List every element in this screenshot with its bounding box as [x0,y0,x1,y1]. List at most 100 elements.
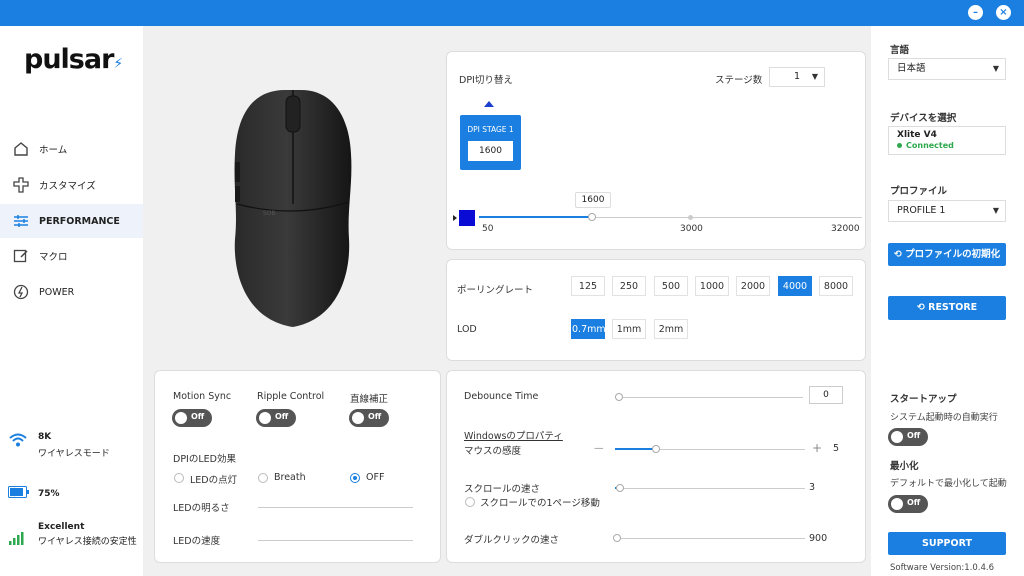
sidebar-item-customize[interactable]: カスタマイズ [0,168,143,202]
ripple-control-toggle[interactable]: Off [256,409,296,427]
sensitivity-label: マウスの感度 [464,446,522,457]
polling-option-4000[interactable]: 4000 [778,276,812,296]
lod-option-1mm[interactable]: 1mm [612,319,646,339]
signal-value: Excellent [38,522,85,532]
connected-dot-icon [897,143,902,148]
profile-select[interactable]: PROFILE 1 ▼ [888,200,1006,222]
dpi-color-swatch[interactable] [459,210,475,226]
dpi-max-label: 32000 [831,224,860,234]
led-option-on-radio[interactable] [174,473,184,483]
battery-value: 75% [38,488,60,499]
scroll-slider-track[interactable] [615,488,805,489]
polling-option-2000[interactable]: 2000 [736,276,770,296]
debounce-slider-thumb[interactable] [615,393,623,401]
sliders-icon [12,212,30,230]
dpi-panel: DPI切り替え ステージ数 1 ▼ DPI STAGE 1 1600 1600 5… [446,51,866,250]
polling-rate-value: 8K [38,432,52,442]
minimize-toggle[interactable]: Off [888,495,928,513]
double-click-slider-thumb[interactable] [613,534,621,542]
restore-icon: ⟲ [916,302,929,313]
polling-option-8000[interactable]: 8000 [819,276,853,296]
wireless-status: 8K ワイヤレスモード [8,432,110,459]
led-option-breath-radio[interactable] [258,473,268,483]
motion-sync-toggle[interactable]: Off [172,409,212,427]
device-select[interactable]: Xlite V4 Connected [888,126,1006,155]
reset-icon: ⟲ [893,249,906,260]
stage-count-label: ステージ数 [715,75,763,86]
debounce-input[interactable]: 0 [809,386,843,404]
scroll-page-radio[interactable] [465,497,475,507]
dpi-slider-fill [479,216,591,218]
ripple-control-label: Ripple Control [257,391,325,402]
startup-label: スタートアップ [890,394,957,405]
caret-right-icon [453,215,457,221]
power-icon [12,283,30,301]
scroll-slider-thumb[interactable] [616,484,624,492]
polling-option-500[interactable]: 500 [654,276,688,296]
stage-count-select[interactable]: 1 ▼ [769,67,825,87]
dpi-title: DPI切り替え [459,75,513,86]
minimize-label: 最小化 [890,461,919,472]
minimize-desc: デフォルトで最小化して起動 [890,479,1007,489]
led-brightness-slider[interactable] [258,507,413,508]
polling-option-1000[interactable]: 1000 [695,276,729,296]
startup-desc: システム起動時の自動実行 [890,413,998,423]
sidebar-item-macro[interactable]: マクロ [0,239,143,273]
led-speed-slider[interactable] [258,540,413,541]
scroll-speed-value: 3 [809,482,816,493]
motion-sync-label: Motion Sync [173,391,232,402]
sensitivity-minus-button[interactable]: — [594,443,604,454]
sensitivity-plus-button[interactable]: + [812,441,822,455]
startup-toggle[interactable]: Off [888,428,928,446]
wireless-mode-label: ワイヤレスモード [38,449,110,459]
sidebar-item-home[interactable]: ホーム [0,132,143,166]
sidebar-item-label: ホーム [39,145,68,156]
support-button[interactable]: SUPPORT [888,532,1006,555]
angle-snap-label: 直線補正 [350,394,389,405]
dpi-slider-marker [688,215,693,220]
chevron-down-icon: ▼ [992,206,999,215]
debounce-label: Debounce Time [464,391,539,402]
sidebar-item-power[interactable]: POWER [0,275,143,309]
sensitivity-slider-thumb[interactable] [652,445,660,453]
windows-panel: Debounce Time 0 Windowsのプロパティ マウスの感度 — +… [446,370,866,563]
lod-option-2mm[interactable]: 2mm [654,319,688,339]
signal-icon [8,530,30,549]
battery-status: 75% [8,486,60,501]
sidebar: pulsar⚡ ホーム カスタマイズ PERFORMANCE マクロ POWER… [0,26,143,576]
restore-button[interactable]: ⟲ RESTORE [888,296,1006,320]
close-icon[interactable]: × [996,5,1011,20]
angle-snap-toggle[interactable]: Off [349,409,389,427]
device-select-label: デバイスを選択 [890,113,957,124]
gamepad-icon [12,176,30,194]
scroll-speed-label: スクロールの速さ [464,484,541,495]
software-version: Software Version:1.0.4.6 [890,563,995,573]
led-option-off-label: OFF [366,472,385,483]
svg-text:SOB: SOB [263,210,276,217]
device-status: Connected [906,141,954,150]
polling-option-250[interactable]: 250 [612,276,646,296]
dpi-slider-thumb[interactable] [588,213,596,221]
mouse-image: SOB [223,84,363,334]
logo: pulsar⚡ [24,44,123,75]
dpi-stage-input[interactable]: 1600 [468,141,513,161]
scroll-page-label: スクロールでの1ページ移動 [480,498,600,509]
debounce-slider-track[interactable] [619,397,803,398]
reset-profile-button[interactable]: ⟲ プロファイルの初期化 [888,243,1006,266]
language-select[interactable]: 日本語 ▼ [888,58,1006,80]
minus-icon[interactable]: – [968,5,983,20]
sidebar-item-performance[interactable]: PERFORMANCE [0,204,143,238]
sidebar-item-label: マクロ [39,252,68,263]
lod-option-0-7mm[interactable]: 0.7mm [571,319,606,339]
chevron-down-icon: ▼ [811,72,818,81]
dpi-min-label: 50 [482,224,494,234]
windows-properties-link[interactable]: Windowsのプロパティ [464,428,563,442]
dpi-mid-label: 3000 [680,224,703,234]
polling-option-125[interactable]: 125 [571,276,605,296]
dpi-stage-card[interactable]: DPI STAGE 1 1600 [460,115,521,170]
double-click-slider-track[interactable] [615,538,805,539]
dpi-value-tooltip: 1600 [575,192,611,208]
device-name: Xlite V4 [897,130,937,140]
led-option-off-radio[interactable] [350,473,360,483]
sensitivity-value: 5 [833,443,840,454]
